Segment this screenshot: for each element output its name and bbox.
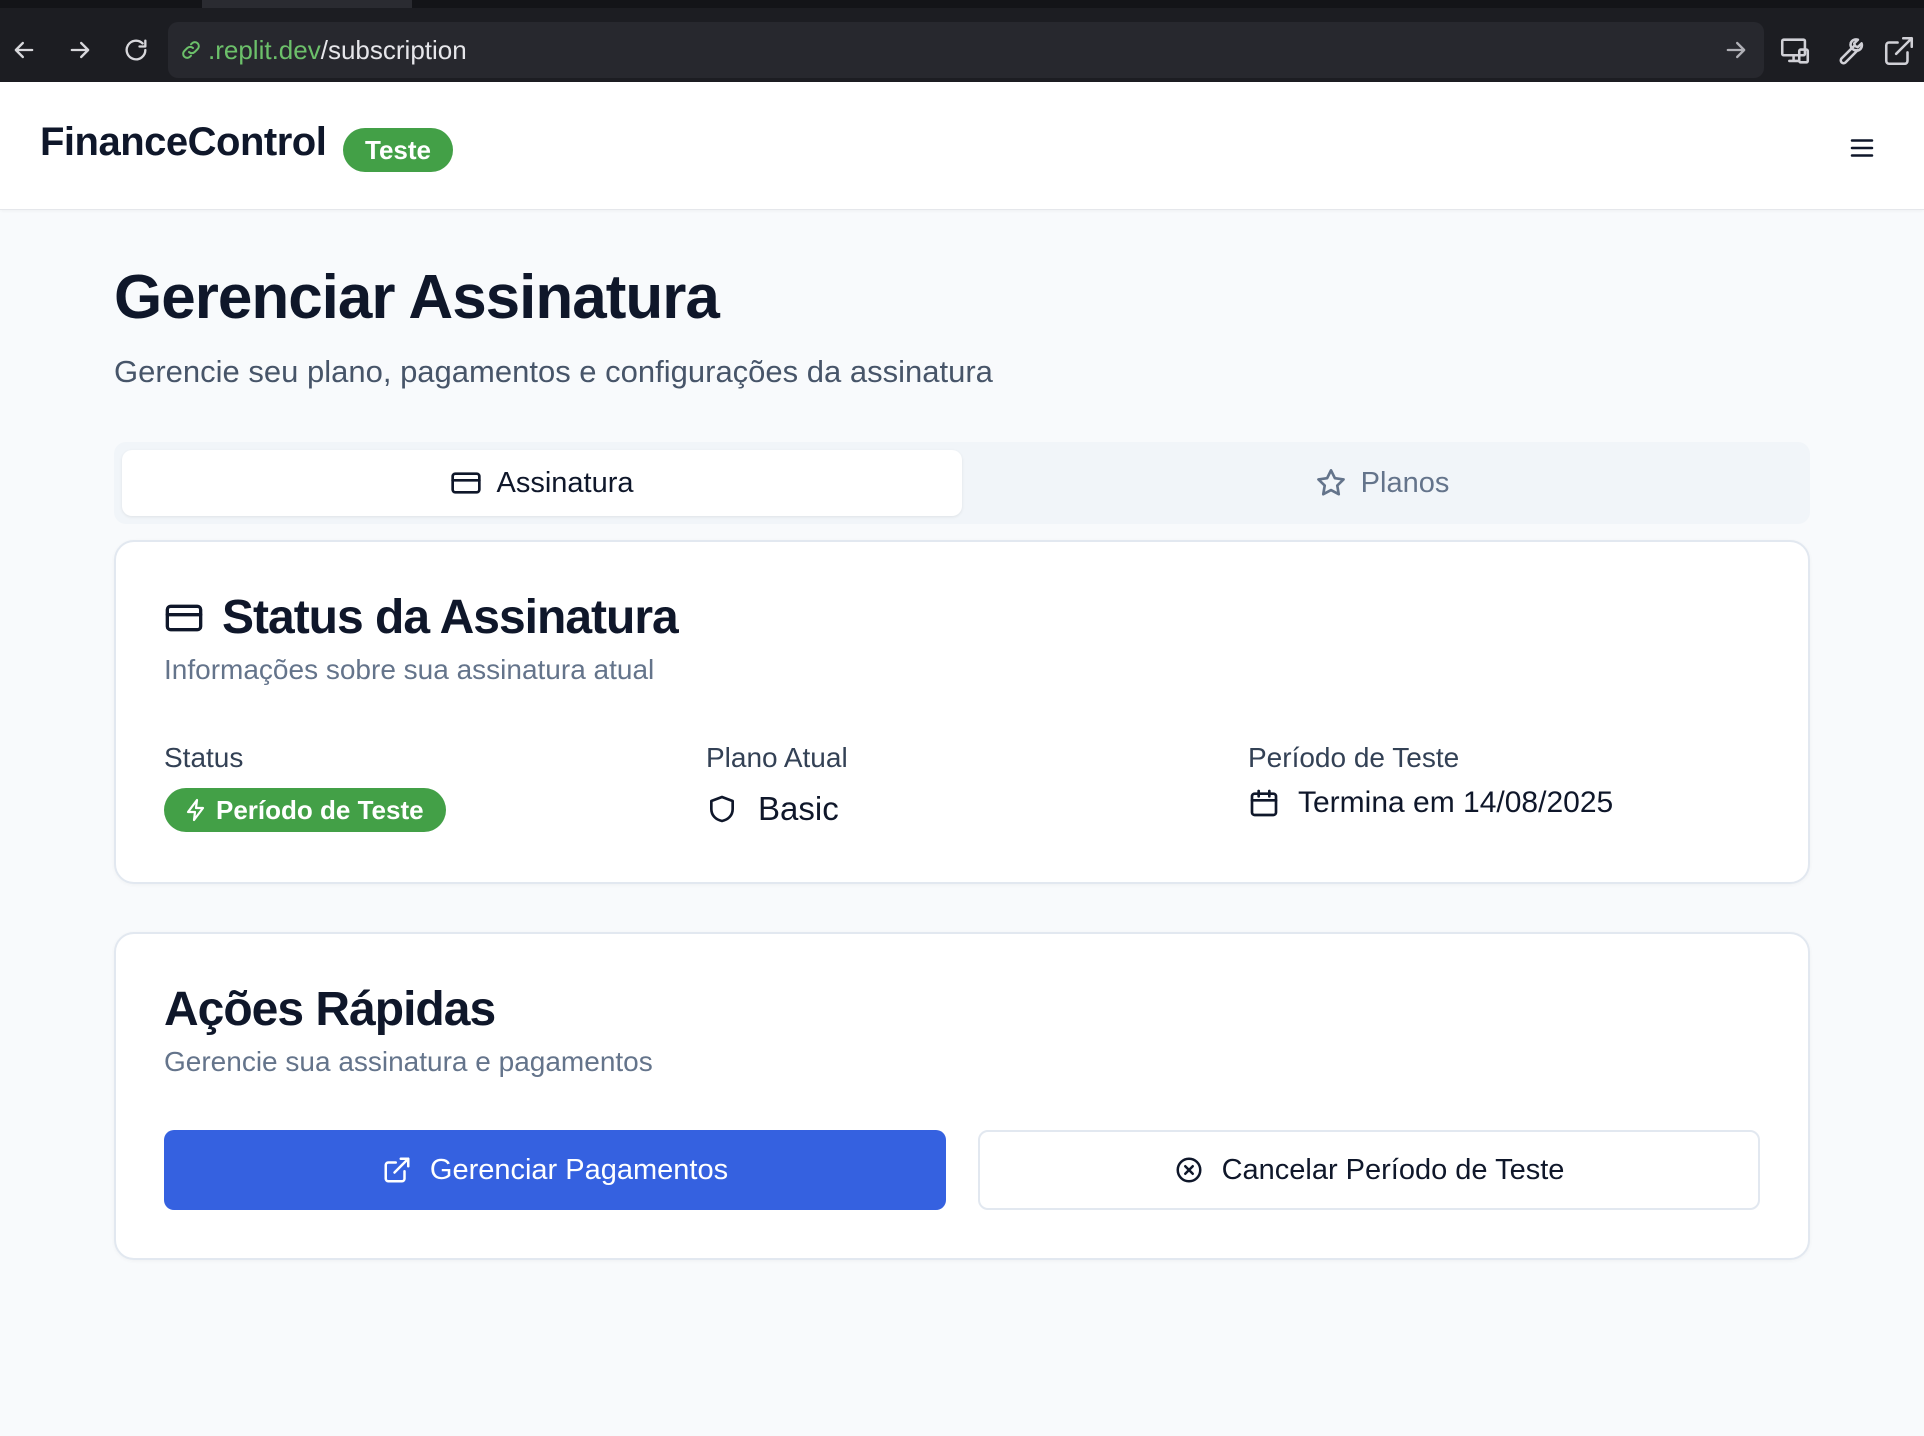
app-header: FinanceControl Teste xyxy=(0,82,1924,210)
trial-end-date: Termina em 14/08/2025 xyxy=(1248,786,1613,820)
browser-tab-indicator xyxy=(202,0,412,8)
link-icon xyxy=(176,35,206,65)
lightning-icon xyxy=(186,798,205,822)
wrench-icon[interactable] xyxy=(1830,34,1864,68)
external-link-icon xyxy=(384,1157,410,1183)
devices-icon[interactable] xyxy=(1778,34,1812,68)
back-icon[interactable] xyxy=(4,30,44,70)
status-label: Status xyxy=(164,742,244,773)
plan-label: Plano Atual xyxy=(706,742,848,773)
tab-label: Assinatura xyxy=(496,466,634,499)
star-icon xyxy=(1316,469,1345,496)
trial-label: Período de Teste xyxy=(1248,742,1460,773)
url-host: .replit.dev xyxy=(208,34,321,65)
forward-icon[interactable] xyxy=(60,30,100,70)
tab-label: Planos xyxy=(1360,466,1450,499)
brand-logo[interactable]: FinanceControl xyxy=(40,120,327,165)
actions-card-description: Gerencie sua assinatura e pagamentos xyxy=(164,1046,653,1077)
status-card-title: Status da Assinatura xyxy=(164,590,679,645)
credit-card-icon xyxy=(165,604,203,631)
x-circle-icon xyxy=(1176,1157,1202,1183)
credit-card-icon xyxy=(451,472,482,494)
quick-actions-card: Ações Rápidas Gerencie sua assinatura e … xyxy=(114,932,1810,1260)
tab-list: Assinatura Planos xyxy=(114,442,1810,524)
plan-value: Basic xyxy=(706,790,839,828)
open-external-icon[interactable] xyxy=(1882,34,1916,68)
page-title: Gerenciar Assinatura xyxy=(114,263,720,332)
shield-icon xyxy=(710,795,734,823)
page-subtitle: Gerencie seu plano, pagamentos e configu… xyxy=(114,354,993,389)
trial-badge: Teste xyxy=(343,128,453,172)
status-badge: Período de Teste xyxy=(164,788,446,832)
status-card-description: Informações sobre sua assinatura atual xyxy=(164,654,655,685)
address-bar[interactable]: .replit.dev/subscription xyxy=(168,22,1764,78)
subscription-status-card: Status da Assinatura Informações sobre s… xyxy=(114,540,1810,884)
tab-assinatura[interactable]: Assinatura xyxy=(122,450,962,516)
browser-toolbar: .replit.dev/subscription xyxy=(0,0,1924,82)
manage-payments-button[interactable]: Gerenciar Pagamentos xyxy=(164,1130,946,1210)
reload-icon[interactable] xyxy=(116,30,156,70)
go-arrow-icon[interactable] xyxy=(1722,36,1750,64)
actions-card-title: Ações Rápidas xyxy=(164,983,496,1036)
tab-planos[interactable]: Planos xyxy=(962,450,1802,516)
url-path: /subscription xyxy=(320,34,467,65)
calendar-icon xyxy=(1250,789,1278,817)
hamburger-menu-icon[interactable] xyxy=(1842,128,1882,168)
cancel-trial-button[interactable]: Cancelar Período de Teste xyxy=(978,1130,1760,1210)
